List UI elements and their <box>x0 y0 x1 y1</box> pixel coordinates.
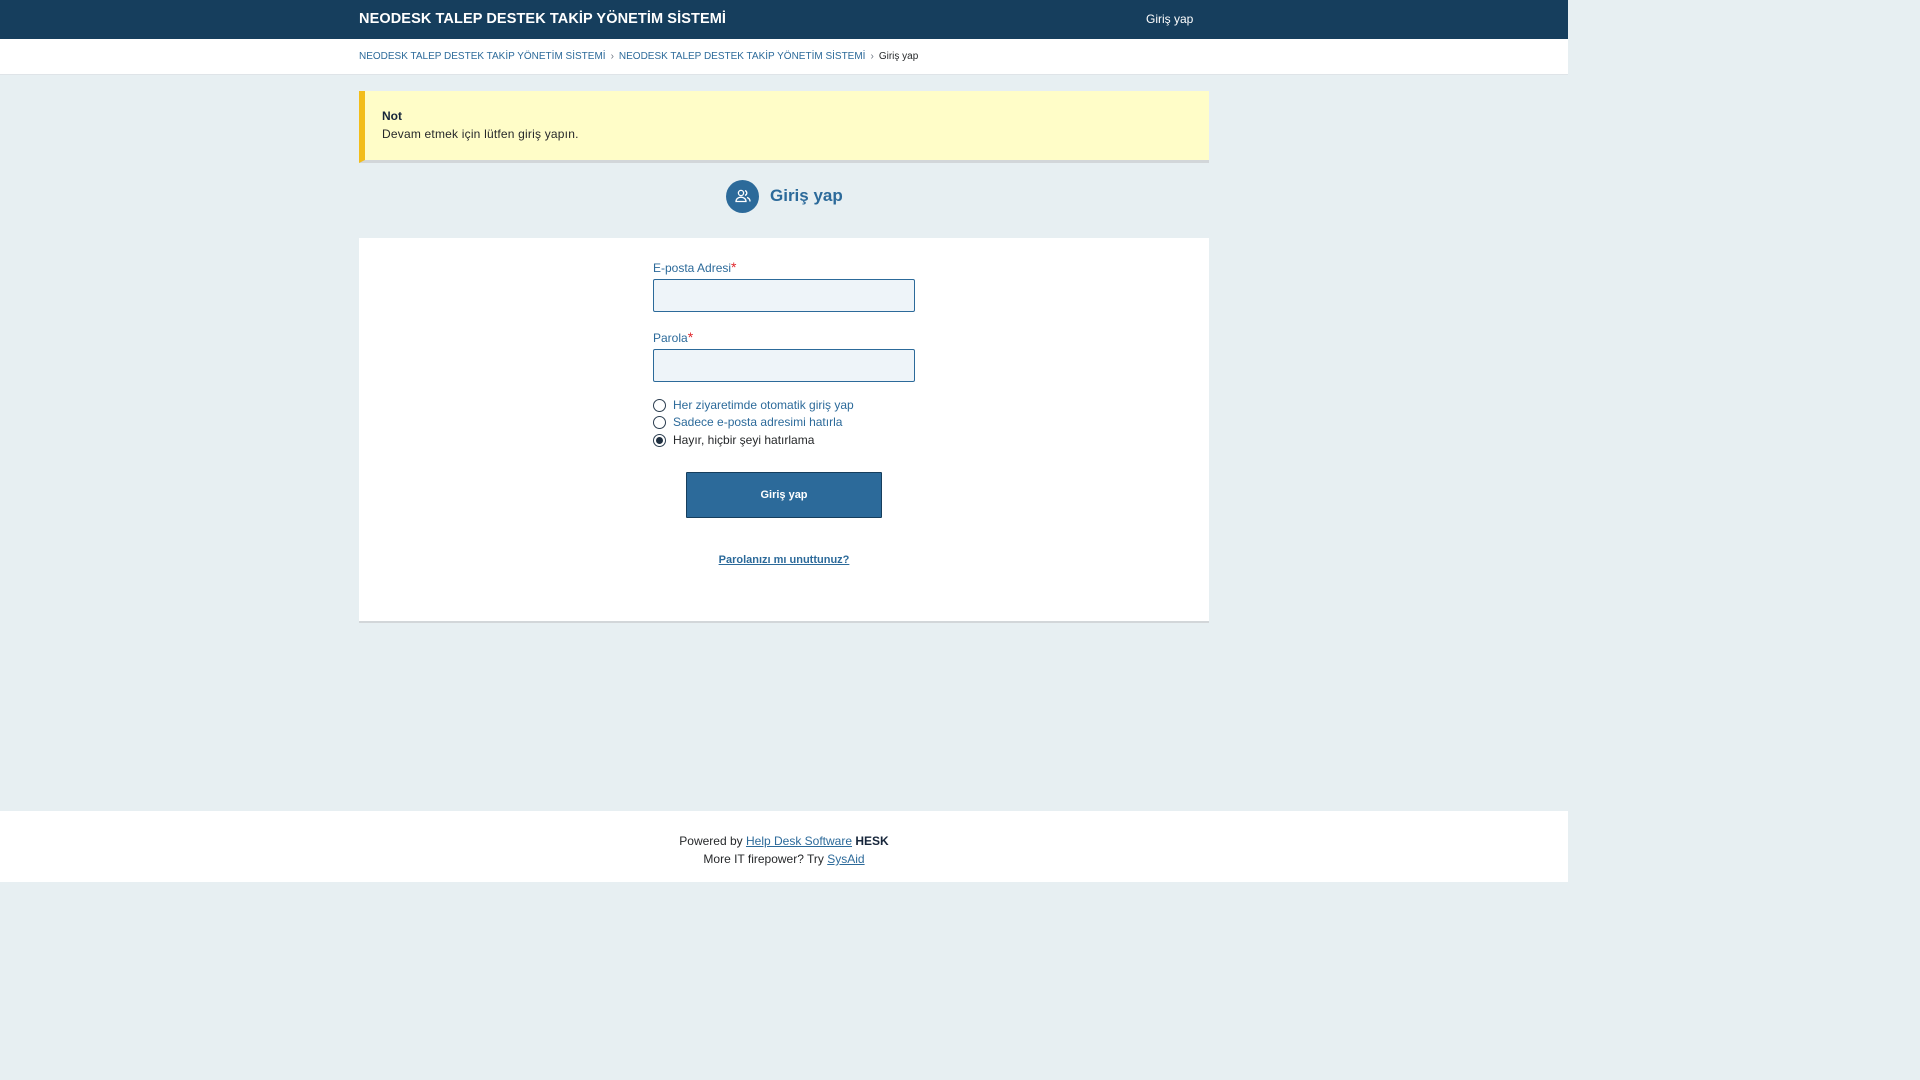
breadcrumb-bar: NEODESK TALEP DESTEK TAKİP YÖNETİM SİSTE… <box>0 39 1568 75</box>
radio-button[interactable] <box>653 415 666 429</box>
footer-brand: HESK <box>855 834 889 848</box>
header-login-link[interactable]: Giriş yap <box>1146 12 1193 26</box>
users-icon <box>726 179 759 213</box>
breadcrumb-item-helpdesk[interactable]: NEODESK TALEP DESTEK TAKİP YÖNETİM SİSTE… <box>619 51 866 62</box>
brand-title-link[interactable]: NEODESK TALEP DESTEK TAKİP YÖNETİM SİSTE… <box>359 11 726 27</box>
breadcrumb: NEODESK TALEP DESTEK TAKİP YÖNETİM SİSTE… <box>359 51 918 62</box>
radio-button[interactable] <box>653 398 666 412</box>
email-input[interactable] <box>653 279 915 312</box>
footer-powered-prefix: Powered by <box>679 834 743 848</box>
required-mark: * <box>687 329 694 345</box>
page-heading: Giriş yap <box>726 179 843 213</box>
footer-sysaid-link[interactable]: SysAid <box>827 852 864 866</box>
breadcrumb-item-home[interactable]: NEODESK TALEP DESTEK TAKİP YÖNETİM SİSTE… <box>359 51 606 62</box>
footer-more-line: More IT firepower? Try SysAid <box>0 852 1568 866</box>
notice-text: Devam etmek için lütfen giriş yapın. <box>382 127 579 141</box>
radio-dot-icon <box>656 436 663 444</box>
footer-more-prefix: More IT firepower? Try <box>703 852 824 866</box>
remember-option-label: Hayır, hiçbir şeyi hatırlama <box>673 433 815 447</box>
required-mark: * <box>731 259 737 275</box>
remember-option-label: Sadece e-posta adresimi hatırla <box>673 415 843 429</box>
remember-option-auto[interactable]: Her ziyaretimde otomatik giriş yap <box>653 398 854 412</box>
footer-powered-line: Powered by Help Desk Software HESK <box>0 834 1568 848</box>
password-label: Parola* <box>653 329 693 345</box>
login-submit-button[interactable]: Giriş yap <box>686 472 882 518</box>
remember-option-email[interactable]: Sadece e-posta adresimi hatırla <box>653 415 842 429</box>
password-label-text: Parola <box>653 331 688 345</box>
radio-button-selected[interactable] <box>653 433 666 447</box>
footer-helpdesk-link[interactable]: Help Desk Software <box>746 834 852 848</box>
password-input[interactable] <box>653 349 915 382</box>
remember-option-none[interactable]: Hayır, hiçbir şeyi hatırlama <box>653 433 814 447</box>
email-label-text: E-posta Adresi <box>653 261 732 275</box>
forgot-password-link[interactable]: Parolanızı mı unuttunuz? <box>719 554 850 566</box>
notice-title: Not <box>382 109 402 123</box>
login-card: E-posta Adresi* Parola* Her ziyaretimde … <box>359 238 1209 623</box>
forgot-password-row: Parolanızı mı unuttunuz? <box>359 554 1209 566</box>
chevron-right-icon: › <box>610 51 614 62</box>
chevron-right-icon: › <box>870 51 874 62</box>
remember-option-label: Her ziyaretimde otomatik giriş yap <box>673 398 854 412</box>
notice-box: Not Devam etmek için lütfen giriş yapın. <box>359 91 1209 163</box>
breadcrumb-current: Giriş yap <box>878 51 919 62</box>
page-footer: Powered by Help Desk Software HESK More … <box>0 811 1568 882</box>
page-title: Giriş yap <box>770 186 843 205</box>
email-label: E-posta Adresi* <box>653 259 737 275</box>
top-header: NEODESK TALEP DESTEK TAKİP YÖNETİM SİSTE… <box>0 0 1568 39</box>
